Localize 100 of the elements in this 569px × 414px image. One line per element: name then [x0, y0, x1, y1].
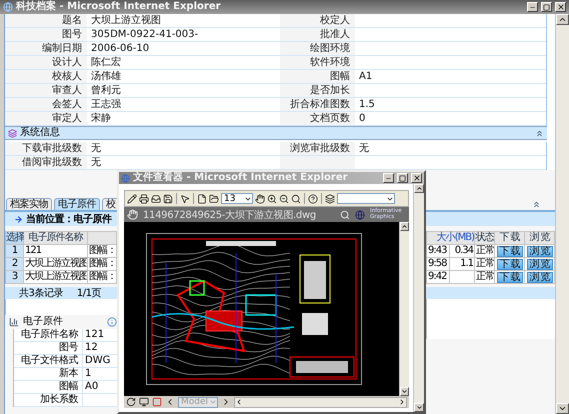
arrow-icon [14, 214, 23, 224]
square-icon[interactable] [152, 397, 162, 407]
file-name: 1149672849625-大坝下游立视图.dwg [143, 208, 317, 222]
scrollbar[interactable] [555, 14, 569, 414]
maximize-button[interactable] [397, 173, 408, 183]
rotate-icon[interactable] [126, 397, 136, 407]
table-cell: 9:42 [427, 271, 450, 284]
globe-icon [355, 210, 365, 220]
field-label: 新本 [14, 368, 82, 381]
collapse-icon[interactable] [535, 128, 544, 138]
row-number[interactable]: 2 [6, 258, 24, 271]
page-icon[interactable] [197, 194, 207, 204]
minimize-button[interactable] [383, 173, 394, 183]
caret-icon [209, 398, 217, 406]
help-icon[interactable] [308, 194, 318, 204]
chart-icon [9, 317, 19, 327]
table-cell [450, 271, 475, 284]
cursor-icon[interactable] [180, 194, 190, 204]
column-header: 选择 [6, 231, 24, 245]
tray-icon[interactable] [151, 194, 161, 204]
field-label: 会签人 [5, 98, 87, 112]
printer-icon[interactable] [139, 194, 149, 204]
field-value: 宋静 [87, 112, 280, 126]
field-value: A1 [355, 70, 546, 84]
browser-icon [3, 2, 13, 12]
column-header: 电子原件名称 [24, 231, 88, 245]
tab[interactable]: 电子原件 [54, 198, 100, 210]
close-button[interactable] [555, 2, 566, 12]
close-icon [556, 3, 564, 11]
table-cell: 正常 [475, 245, 495, 258]
field-label: 加长系数 [14, 394, 82, 407]
page-select[interactable]: 13 [221, 193, 253, 204]
field-label: 设计人 [5, 56, 87, 70]
field-label: 浏览审批级数 [280, 142, 355, 156]
section-title: 电子原件 [23, 316, 64, 328]
column-header: 下 载 [495, 231, 525, 245]
column-header: 浏 览 [525, 231, 555, 245]
tab[interactable]: 校 [102, 198, 117, 210]
field-label: 审定人 [5, 112, 87, 126]
browser-icon [121, 174, 130, 182]
column-header: 状态 [475, 231, 495, 245]
folder-icon[interactable] [209, 194, 219, 204]
field-value: 0 [355, 112, 546, 126]
view-button[interactable]: 浏 览 [526, 246, 552, 256]
maximize-icon [399, 174, 406, 182]
table-cell: 9:43 [427, 245, 450, 258]
row-number[interactable]: 3 [6, 271, 24, 284]
arrow-left-icon [235, 398, 243, 406]
pencil-icon[interactable] [127, 194, 137, 204]
table-cell: 121 [24, 245, 88, 258]
hand-icon[interactable] [255, 194, 265, 204]
download-button[interactable]: 下 载 [496, 272, 522, 282]
info-icon[interactable] [107, 317, 117, 327]
view-button[interactable]: 浏 览 [526, 258, 552, 270]
field-value: 汤伟雄 [87, 70, 280, 84]
monitor-icon[interactable] [139, 397, 149, 407]
field-value: 曾利元 [87, 84, 280, 98]
zoom-out-icon[interactable] [279, 194, 289, 204]
field-label: 电子文件格式 [14, 355, 82, 368]
field-value: 无 [87, 142, 280, 156]
field-label: 图幅 [280, 70, 355, 84]
arrow-right-icon [398, 398, 406, 406]
zoom-in-icon[interactable] [267, 194, 277, 204]
arrow-up-icon [558, 15, 567, 24]
field-value: 王志强 [87, 98, 280, 112]
maximize-button[interactable] [541, 2, 552, 12]
table-cell: 图幅： [88, 245, 117, 258]
scrollbar[interactable] [234, 396, 407, 408]
collapse-icon[interactable] [532, 200, 541, 208]
field-label: 借阅审批级数 [5, 156, 87, 170]
location-text: 当前位置：电子原件 [26, 212, 112, 226]
field-label: 是否加长 [280, 84, 355, 98]
field-value: 无 [355, 142, 546, 156]
table-cell: 0.34 [450, 245, 475, 258]
table-cell: 正常 [475, 258, 495, 271]
table-cell: 9:58 [427, 258, 450, 271]
close-button[interactable] [411, 173, 422, 183]
field-label: 校定人 [280, 14, 355, 28]
field-label: 批准人 [280, 28, 355, 42]
field-value: 1.5 [355, 98, 546, 112]
download-button[interactable]: 下 载 [496, 246, 522, 256]
row-number[interactable]: 1 [6, 245, 24, 258]
field-label: 图号 [5, 28, 87, 42]
table-cell: 正常 [475, 271, 495, 284]
field-label: 审查人 [5, 84, 87, 98]
field-value: 陈仁宏 [87, 56, 280, 70]
arrow-up-icon [401, 223, 408, 230]
field-label: 电子原件名称 [14, 329, 82, 342]
layers-icon[interactable] [325, 194, 335, 204]
tab[interactable]: 档案实物 [6, 198, 52, 210]
close-icon [412, 174, 420, 182]
minimize-button[interactable] [527, 2, 538, 12]
scrollbar[interactable] [413, 184, 424, 412]
scrollbar[interactable] [399, 222, 409, 396]
search-icon[interactable] [291, 194, 301, 204]
field-value: 大坝上游立视图 [87, 14, 280, 28]
field-label: 编制日期 [5, 42, 87, 56]
download-button[interactable]: 下 载 [496, 258, 522, 270]
field-label: 图幅 [14, 381, 82, 394]
view-button[interactable]: 浏 览 [526, 272, 552, 282]
